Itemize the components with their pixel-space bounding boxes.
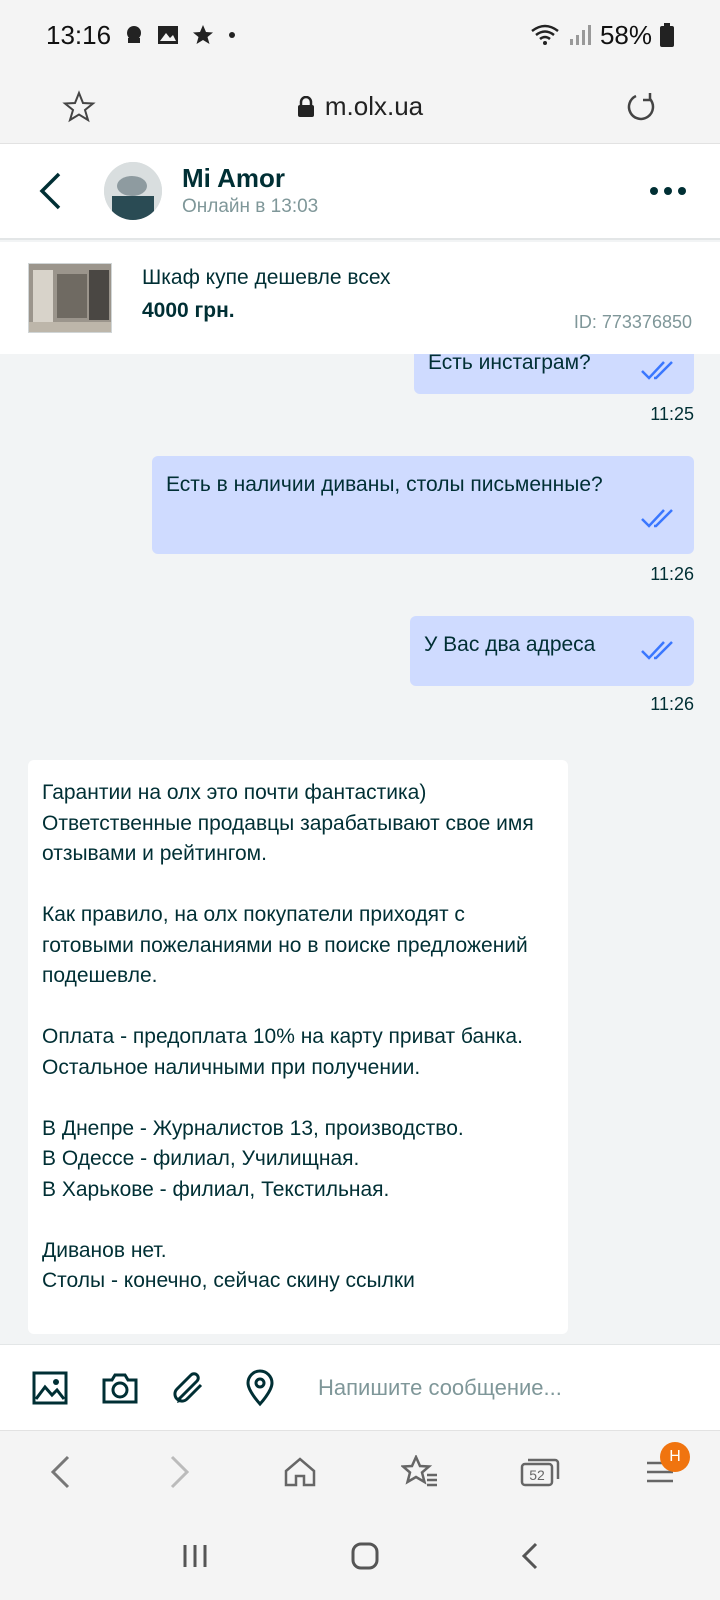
message-outgoing[interactable]: У Вас два адреса: [410, 616, 694, 686]
back-button[interactable]: [28, 161, 72, 221]
image-icon: [32, 1371, 68, 1404]
attach-icon: [173, 1371, 203, 1403]
tabs-count: 52: [529, 1467, 545, 1483]
message-composer: Напишите сообщение...: [0, 1344, 720, 1430]
contact-block[interactable]: Mi Amor Онлайн в 13:03: [182, 162, 644, 220]
reload-icon[interactable]: [624, 90, 658, 124]
tabs-button[interactable]: 52: [510, 1442, 570, 1502]
double-check-icon: [641, 509, 673, 528]
double-check-icon: [641, 641, 673, 660]
listing-id: ID: 773376850: [573, 312, 692, 332]
lock-icon: [297, 95, 314, 117]
avatar[interactable]: [104, 162, 162, 220]
star-icon[interactable]: [62, 89, 96, 124]
menu-button[interactable]: H: [630, 1441, 690, 1502]
wifi-icon: [531, 24, 559, 45]
more-icon: [650, 187, 686, 195]
message-time: 11:26: [650, 694, 694, 714]
message-time: 11:26: [650, 564, 694, 584]
bookmarks-button[interactable]: [390, 1442, 450, 1502]
home-system-icon[interactable]: [350, 1541, 380, 1571]
status-time: 13:16: [46, 19, 112, 50]
url-box[interactable]: m.olx.ua: [297, 91, 423, 122]
message-text: Есть в наличии диваны, столы письменные?: [166, 473, 603, 496]
browser-address-bar: m.olx.ua: [0, 70, 720, 144]
bookmarks-icon: [401, 1454, 437, 1486]
messages-list[interactable]: Есть инстаграм? 11:25 Есть в наличии див…: [0, 354, 720, 1342]
url-text: m.olx.ua: [324, 91, 424, 121]
chat-header: Mi Amor Онлайн в 13:03: [0, 144, 720, 240]
image-button[interactable]: [30, 1368, 70, 1408]
battery-percentage: 58%: [599, 19, 652, 50]
status-right: 58%: [530, 20, 674, 51]
location-icon: [246, 1369, 274, 1406]
system-nav-bar: [0, 1512, 720, 1600]
listing-photo: [29, 264, 111, 332]
message-outgoing[interactable]: Есть в наличии диваны, столы письменные?: [152, 456, 694, 554]
double-check-icon: [641, 361, 673, 380]
browser-back-button[interactable]: [30, 1442, 90, 1502]
more-button[interactable]: [644, 167, 692, 215]
contact-name: Mi Amor: [182, 163, 286, 193]
camera-icon: [102, 1373, 138, 1403]
message-input[interactable]: Напишите сообщение...: [318, 1375, 562, 1401]
dot-icon: [229, 32, 236, 38]
back-arrow-icon: [39, 172, 61, 210]
contact-status: Онлайн в 13:03: [182, 196, 319, 217]
notification-badge: H: [660, 1441, 690, 1472]
back-system-icon[interactable]: [520, 1541, 540, 1571]
gallery-notification-icon: [158, 26, 179, 44]
browser-forward-button[interactable]: [150, 1442, 210, 1502]
attach-button[interactable]: [170, 1368, 210, 1408]
listing-thumbnail[interactable]: [28, 263, 112, 333]
star-notification-icon: [193, 25, 214, 44]
camera-button[interactable]: [100, 1368, 140, 1408]
home-icon: [284, 1456, 316, 1486]
signal-icon: [569, 25, 591, 45]
status-bar: 13:16 58%: [0, 0, 720, 70]
avatar-image: [104, 162, 162, 220]
chevron-left-icon: [50, 1455, 70, 1488]
message-outgoing[interactable]: Есть инстаграм?: [414, 354, 694, 394]
browser-nav-bar: 52 H: [0, 1430, 720, 1512]
listing-info: Шкаф купе дешевле всех 4000 грн. ID: 773…: [142, 263, 692, 333]
chevron-right-icon: [170, 1455, 190, 1488]
home-button[interactable]: [270, 1442, 330, 1502]
location-button[interactable]: [240, 1368, 280, 1408]
recent-apps-icon[interactable]: [180, 1542, 210, 1570]
message-incoming[interactable]: Гарантии на олх это почти фантастика) От…: [28, 760, 568, 1334]
message-time: 11:25: [650, 404, 694, 424]
listing-card[interactable]: Шкаф купе дешевле всех 4000 грн. ID: 773…: [0, 242, 720, 354]
notification-icon: [127, 26, 142, 43]
battery-icon: [660, 23, 674, 47]
tabs-icon: 52: [520, 1458, 560, 1486]
status-left: 13:16: [46, 20, 237, 51]
listing-title: Шкаф купе дешевле всех: [142, 266, 391, 289]
